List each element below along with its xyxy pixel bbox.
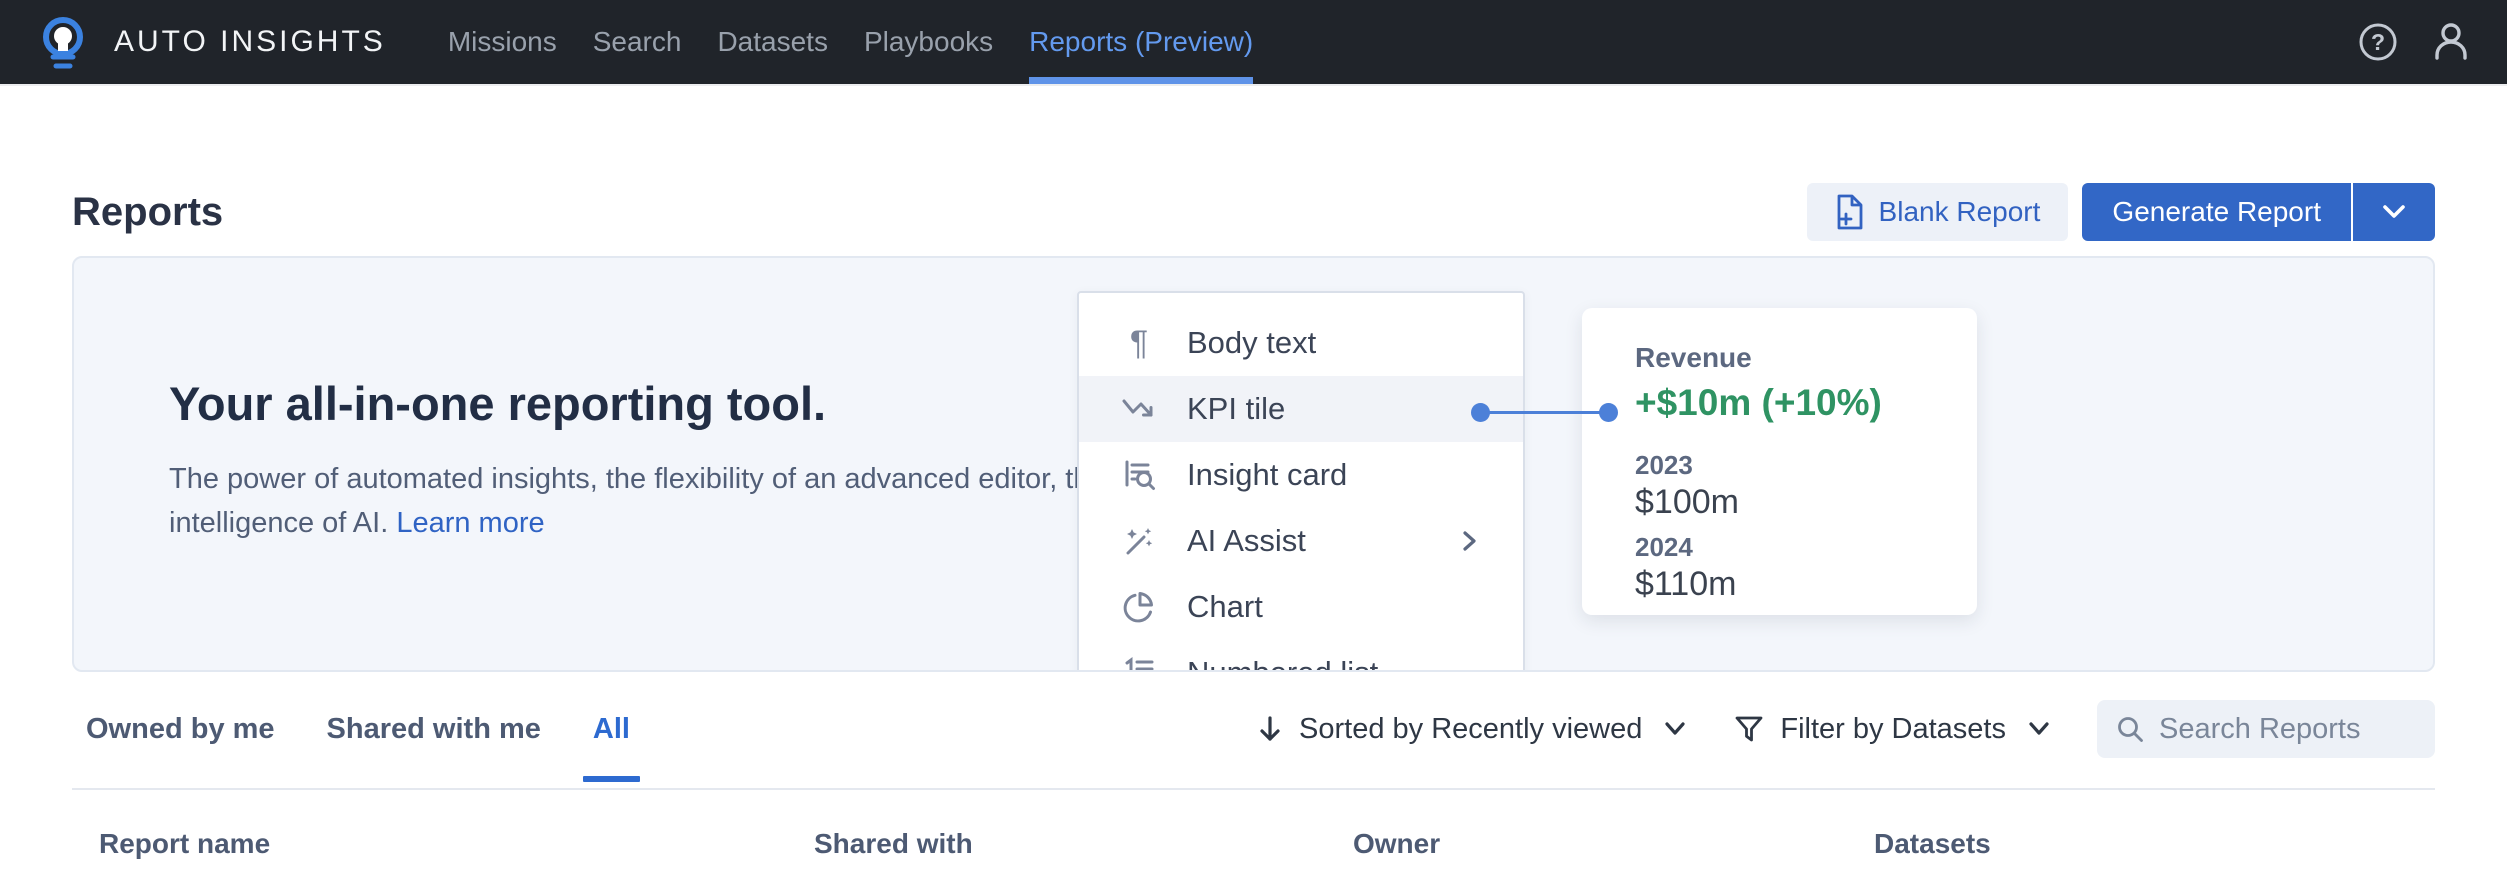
file-plus-icon — [1835, 194, 1865, 230]
primary-nav: Missions Search Datasets Playbooks Repor… — [448, 0, 1253, 84]
menu-item-body-text[interactable]: ¶ Body text — [1079, 310, 1523, 376]
tab-shared-with-me[interactable]: Shared with me — [327, 713, 541, 746]
menu-item-label: Insight card — [1187, 457, 1347, 493]
menu-item-label: Chart — [1187, 589, 1263, 625]
generate-report-split-button: Generate Report — [2082, 183, 2435, 241]
nav-item-datasets[interactable]: Datasets — [717, 0, 828, 84]
kpi-example-card: Revenue +$10m (+10%) 2023 $100m 2024 $11… — [1582, 308, 1977, 615]
column-header-owner: Owner — [1353, 828, 1440, 860]
blank-report-button[interactable]: Blank Report — [1807, 183, 2069, 241]
kpi-title: Revenue — [1635, 342, 1947, 374]
chevron-down-icon — [2379, 202, 2409, 222]
menu-item-label: AI Assist — [1187, 523, 1306, 559]
numbered-list-icon — [1121, 655, 1157, 672]
menu-item-ai-assist[interactable]: AI Assist — [1079, 508, 1523, 574]
blank-report-label: Blank Report — [1879, 196, 2041, 228]
ai-wand-icon — [1121, 523, 1157, 559]
svg-text:?: ? — [2371, 29, 2385, 55]
connector-dot-right — [1599, 403, 1618, 422]
nav-item-playbooks[interactable]: Playbooks — [864, 0, 993, 84]
learn-more-link[interactable]: Learn more — [396, 507, 544, 539]
column-header-datasets: Datasets — [1874, 828, 1991, 860]
menu-item-label: Body text — [1187, 325, 1316, 361]
kpi-trend-icon — [1121, 391, 1157, 427]
insert-menu-panel: ¶ Body text KPI tile — [1077, 291, 1525, 672]
kpi-year-value: $100m — [1635, 483, 1947, 522]
connector-dot-left — [1471, 403, 1490, 422]
tab-owned-by-me[interactable]: Owned by me — [86, 713, 275, 746]
banner-body: The power of automated insights, the fle… — [169, 457, 1129, 545]
column-header-report-name: Report name — [99, 828, 270, 860]
generate-report-dropdown-button[interactable] — [2353, 183, 2435, 241]
generate-report-button[interactable]: Generate Report — [2082, 183, 2351, 241]
reports-table-header: Report name Shared with Owner Datasets — [72, 790, 2435, 880]
page-title: Reports — [72, 190, 223, 235]
chevron-down-icon — [2027, 720, 2051, 738]
sort-dropdown[interactable]: Sorted by Recently viewed — [1256, 713, 1687, 746]
generate-report-label: Generate Report — [2112, 196, 2321, 228]
lightbulb-logo-icon — [36, 13, 90, 71]
insight-card-icon — [1121, 457, 1157, 493]
chevron-down-icon — [1663, 720, 1687, 738]
kpi-year-label: 2024 — [1635, 532, 1947, 563]
pilcrow-icon: ¶ — [1121, 325, 1157, 361]
connector-line — [1480, 411, 1608, 414]
arrow-down-icon — [1256, 713, 1284, 745]
help-icon[interactable]: ? — [2357, 21, 2399, 63]
promo-banner: Your all-in-one reporting tool. The powe… — [72, 256, 2435, 672]
search-icon — [2115, 714, 2145, 744]
menu-item-insight-card[interactable]: Insight card — [1079, 442, 1523, 508]
banner-heading: Your all-in-one reporting tool. — [169, 376, 1129, 431]
menu-item-numbered-list[interactable]: Numbered list — [1079, 640, 1523, 672]
filter-by-datasets-dropdown[interactable]: Filter by Datasets — [1733, 713, 2051, 746]
user-profile-icon[interactable] — [2429, 20, 2473, 64]
kpi-year-label: 2023 — [1635, 450, 1947, 481]
filter-label: Filter by Datasets — [1780, 713, 2006, 746]
kpi-delta: +$10m (+10%) — [1635, 382, 1947, 424]
tab-all[interactable]: All — [593, 713, 630, 746]
search-box — [2097, 700, 2435, 758]
top-nav: AUTO INSIGHTS Missions Search Datasets P… — [0, 0, 2507, 86]
chevron-right-icon — [1457, 527, 1481, 555]
funnel-icon — [1733, 713, 1765, 745]
menu-item-label: Numbered list — [1187, 655, 1378, 672]
brand: AUTO INSIGHTS — [36, 0, 386, 84]
nav-item-search[interactable]: Search — [593, 0, 682, 84]
kpi-year-value: $110m — [1635, 565, 1947, 604]
nav-item-reports-preview[interactable]: Reports (Preview) — [1029, 0, 1253, 84]
menu-item-chart[interactable]: Chart — [1079, 574, 1523, 640]
menu-item-label: KPI tile — [1187, 391, 1285, 427]
app-title: AUTO INSIGHTS — [114, 25, 386, 59]
report-filter-tabs: Owned by me Shared with me All — [86, 713, 630, 746]
column-header-shared-with: Shared with — [814, 828, 973, 860]
nav-item-missions[interactable]: Missions — [448, 0, 557, 84]
search-reports-input[interactable] — [2159, 713, 2507, 746]
banner-body-text: The power of automated insights, the fle… — [169, 463, 1106, 539]
sort-label: Sorted by Recently viewed — [1299, 713, 1642, 746]
menu-item-kpi-tile[interactable]: KPI tile — [1079, 376, 1523, 442]
pie-chart-icon — [1121, 589, 1157, 625]
